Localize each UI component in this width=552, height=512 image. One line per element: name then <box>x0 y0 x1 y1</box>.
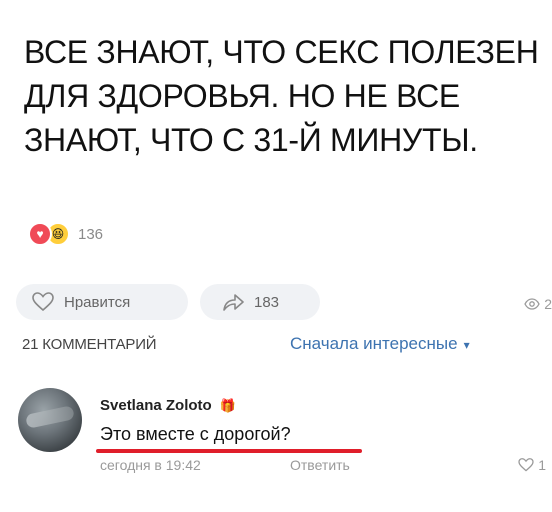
comment-author[interactable]: Svetlana Zoloto 🎁 <box>100 397 236 414</box>
comment-time: сегодня в 19:42 <box>100 457 201 473</box>
heart-outline-icon <box>518 458 534 472</box>
comments-sort-dropdown[interactable]: Сначала интересные ▾ <box>290 334 470 354</box>
post-text: ВСЕ ЗНАЮТ, ЧТО СЕКС ПОЛЕЗЕН ДЛЯ ЗДОРОВЬЯ… <box>24 34 539 158</box>
gift-icon: 🎁 <box>219 397 236 413</box>
views-count: 2 <box>544 296 552 312</box>
heart-outline-icon <box>32 292 54 312</box>
author-name: Svetlana Zoloto <box>100 397 212 414</box>
eye-icon <box>524 298 540 310</box>
comments-count: 21 КОММЕНТАРИЙ <box>22 336 157 353</box>
sort-label: Сначала интересные <box>290 334 458 353</box>
chevron-down-icon: ▾ <box>463 338 470 352</box>
reply-button[interactable]: Ответить <box>290 457 350 473</box>
share-count: 183 <box>254 293 280 311</box>
views-counter: 2 <box>524 296 552 312</box>
share-arrow-icon <box>223 294 244 311</box>
like-label: Нравится <box>64 293 131 311</box>
reaction-count: 136 <box>78 225 104 243</box>
share-button[interactable]: 183 <box>200 284 320 320</box>
reactions-summary[interactable]: ♥ 😆 136 <box>28 222 103 246</box>
comment-like-button[interactable]: 1 <box>518 457 546 473</box>
like-button[interactable]: Нравится <box>16 284 188 320</box>
heart-icon: ♥ <box>28 222 52 246</box>
red-underline <box>96 449 362 453</box>
comment-text: Это вместе с дорогой? <box>100 424 291 444</box>
avatar[interactable] <box>18 388 82 452</box>
comment-like-count: 1 <box>538 457 546 473</box>
